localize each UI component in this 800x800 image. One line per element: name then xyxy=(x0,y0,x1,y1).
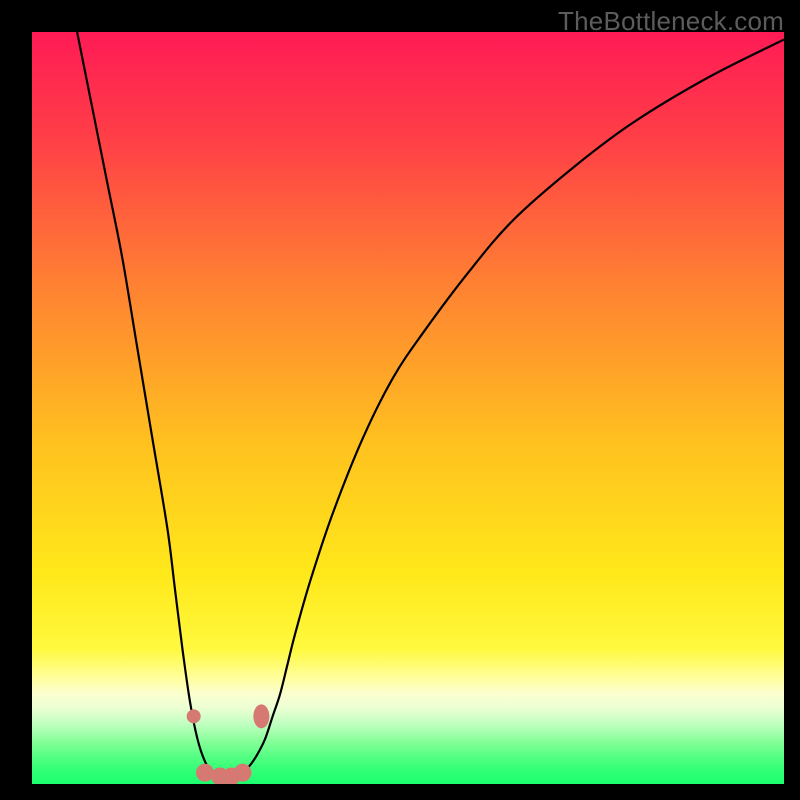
data-marker xyxy=(196,764,214,782)
data-marker xyxy=(253,704,269,728)
background-gradient xyxy=(32,32,784,784)
data-marker xyxy=(234,764,252,782)
watermark-text: TheBottleneck.com xyxy=(558,6,784,37)
chart-svg xyxy=(32,32,784,784)
plot-area xyxy=(32,32,784,784)
chart-frame: TheBottleneck.com xyxy=(0,0,800,800)
data-marker xyxy=(187,709,201,723)
